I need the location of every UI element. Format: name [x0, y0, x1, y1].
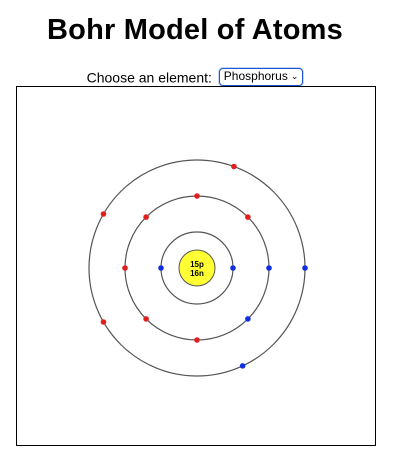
electron-shell-3: [302, 265, 308, 271]
electron-shell-2: [266, 265, 272, 271]
neutron-count: 16n: [190, 269, 204, 278]
electron-shell-2: [194, 337, 200, 343]
element-select-value: Phosphorus: [223, 69, 288, 84]
electron-shell-3: [100, 211, 107, 217]
element-chooser-label: Choose an element:: [86, 69, 212, 86]
electron-shell-2: [143, 316, 149, 322]
electron-shell-3: [100, 319, 107, 325]
page-title: Bohr Model of Atoms: [47, 14, 343, 46]
electron-shell-3: [239, 363, 246, 369]
electron-shell-2: [194, 193, 200, 199]
element-select[interactable]: Phosphorus ⌄: [218, 68, 304, 87]
electron-shell-2: [122, 265, 128, 271]
electron-shell-1: [230, 265, 236, 271]
chevron-down-icon: ⌄: [290, 71, 299, 82]
element-chooser: Choose an element: Phosphorus ⌄: [0, 67, 390, 87]
electron-shell-1: [158, 265, 164, 271]
electron-shell-3: [231, 163, 237, 170]
bohr-model-canvas: 15p 16n: [16, 86, 376, 446]
electron-shell-2: [143, 214, 149, 220]
proton-count: 15p: [190, 260, 204, 269]
atom-diagram: 15p 16n: [88, 159, 308, 377]
electron-shell-2: [245, 316, 251, 322]
electron-shell-2: [245, 214, 251, 220]
nucleus: 15p 16n: [178, 249, 216, 287]
